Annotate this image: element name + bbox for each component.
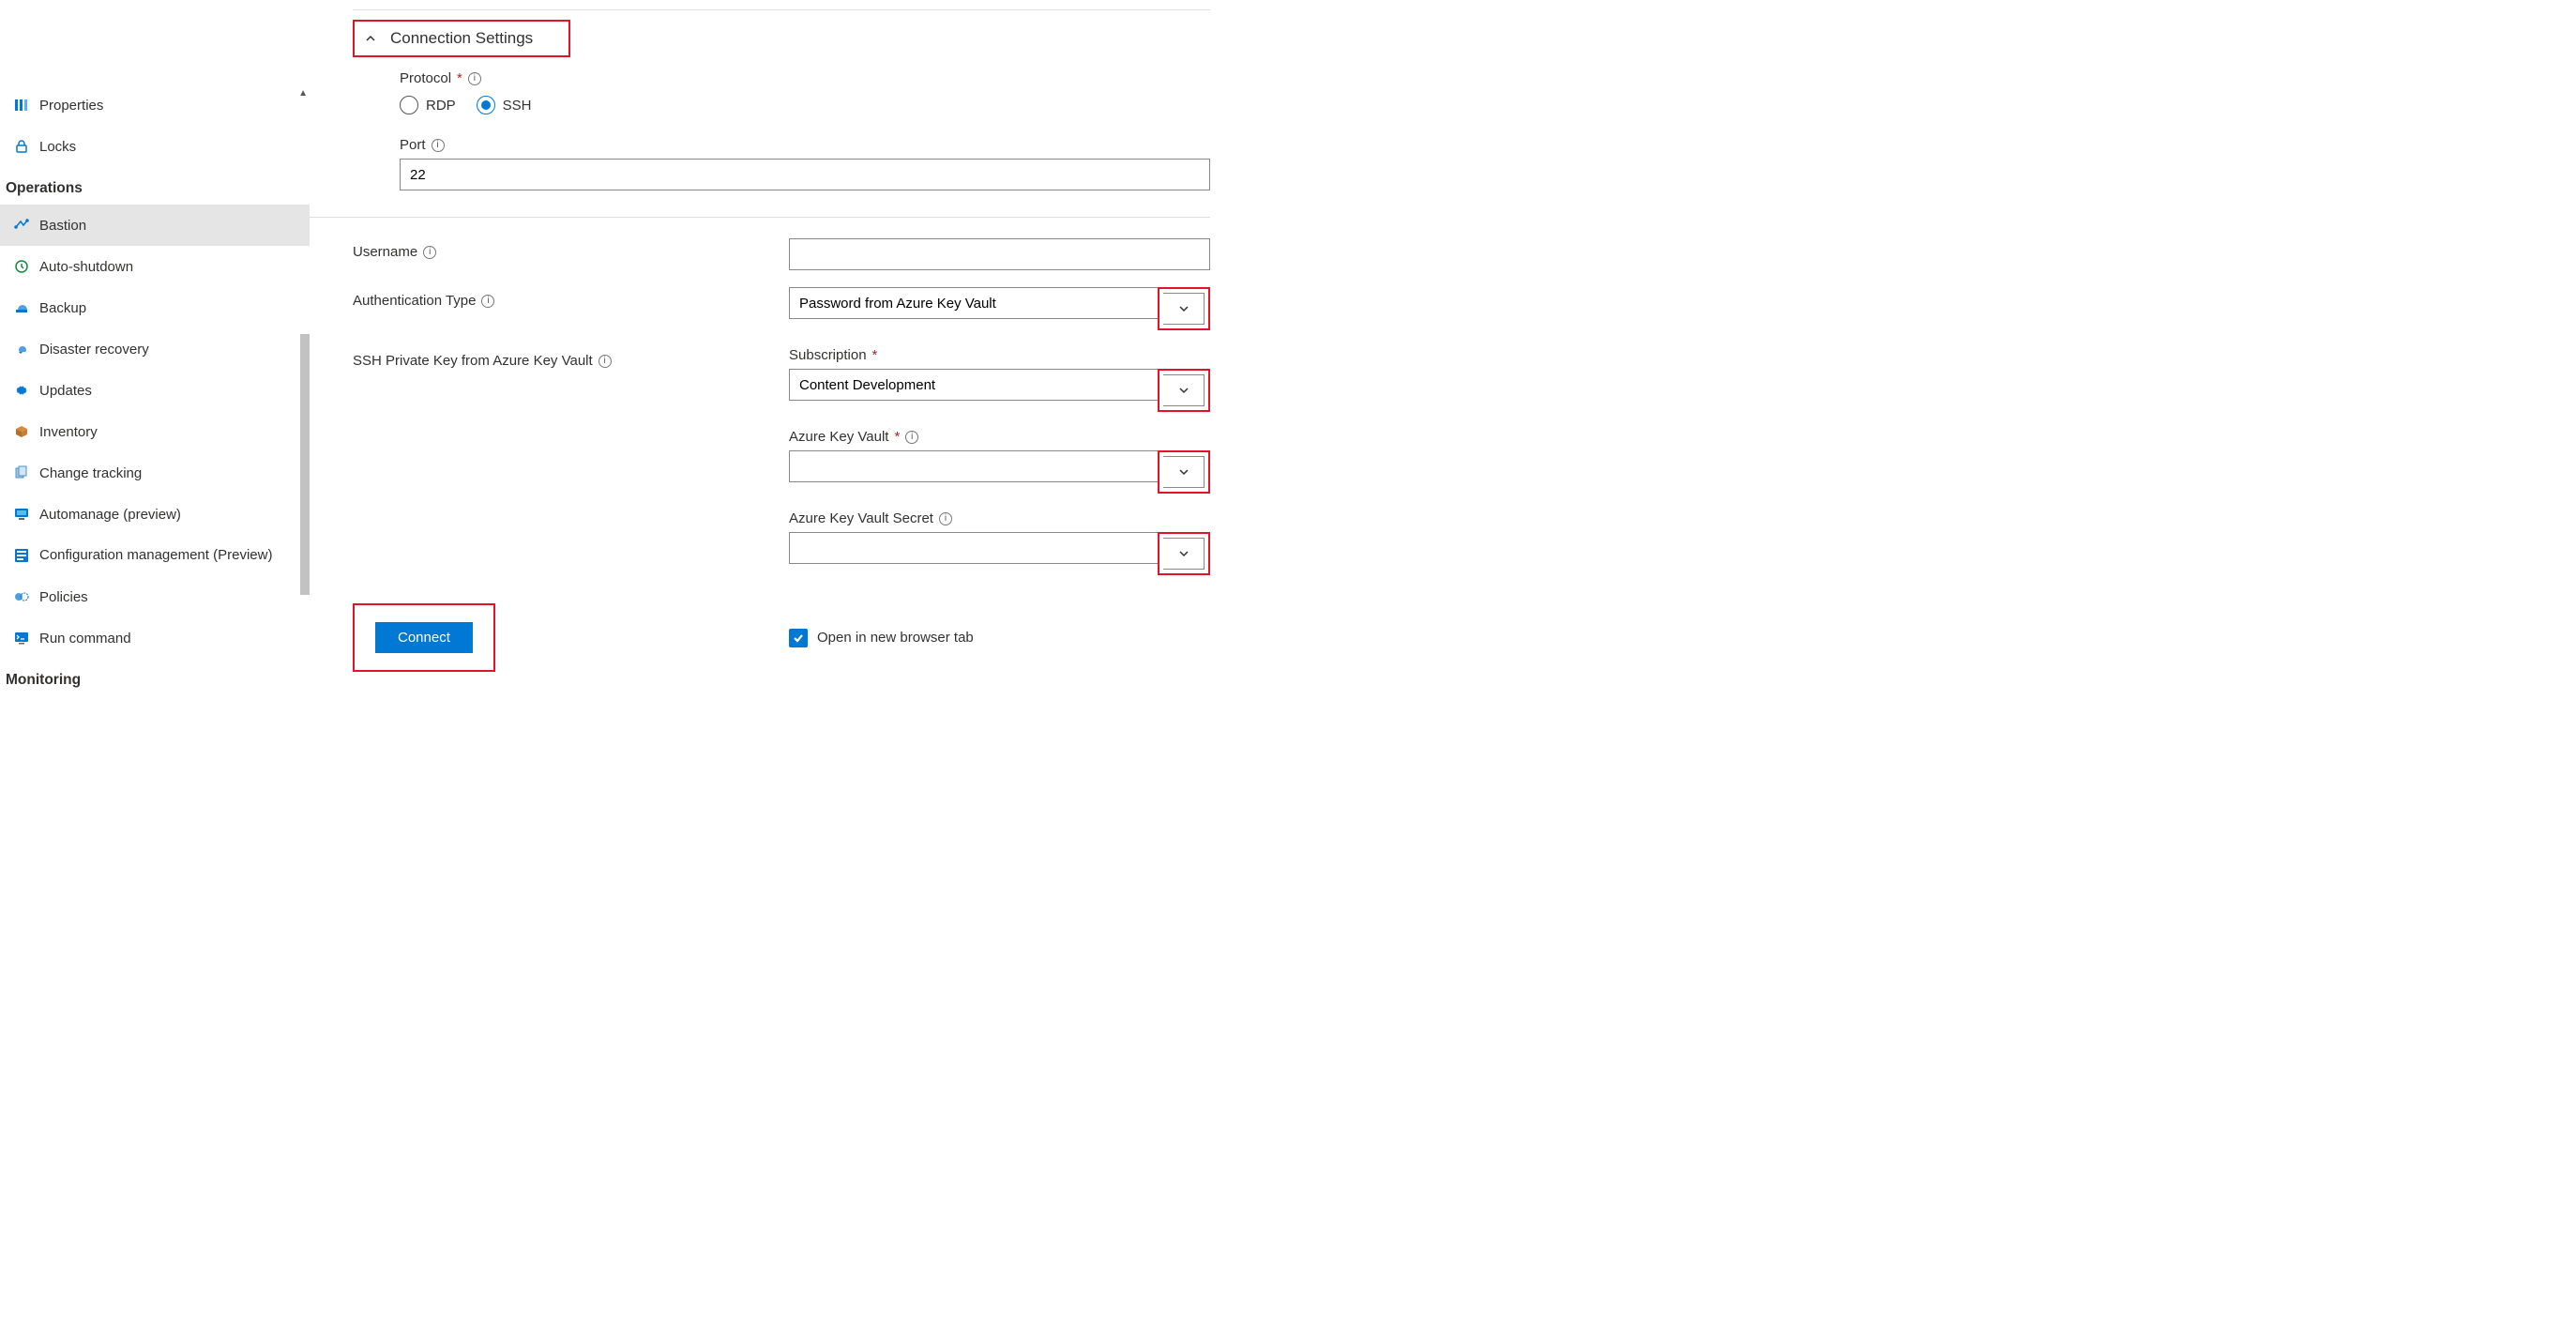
sidebar-heading-monitoring: Monitoring <box>0 659 310 696</box>
auth-type-label: Authentication Type i <box>353 287 789 309</box>
sidebar-item-disaster-recovery[interactable]: Disaster recovery <box>0 328 310 370</box>
sidebar-item-label: Backup <box>39 300 86 316</box>
required-asterisk: * <box>457 70 462 86</box>
sidebar-item-label: Properties <box>39 98 103 114</box>
sidebar-item-label: Run command <box>39 631 131 647</box>
highlight-box: Connection Settings <box>353 20 570 57</box>
akvs-value[interactable] <box>789 532 1158 564</box>
subscription-value[interactable] <box>789 369 1158 401</box>
documents-icon <box>9 465 34 480</box>
highlight-box <box>1158 287 1210 330</box>
sidebar-item-label: Auto-shutdown <box>39 259 133 275</box>
scrollbar-thumb[interactable] <box>300 334 310 595</box>
monitor-icon <box>9 507 34 522</box>
connect-button[interactable]: Connect <box>375 622 473 653</box>
sidebar-item-properties[interactable]: Properties <box>0 84 310 126</box>
info-icon[interactable]: i <box>468 72 481 85</box>
connection-settings-header[interactable]: Connection Settings <box>356 23 540 53</box>
info-icon[interactable]: i <box>905 431 918 444</box>
chevron-down-icon[interactable] <box>1163 293 1205 325</box>
highlight-box <box>1158 450 1210 494</box>
divider <box>310 217 1210 218</box>
info-icon[interactable]: i <box>432 139 445 152</box>
properties-icon <box>9 98 34 113</box>
protocol-label: Protocol * i <box>400 70 1210 86</box>
required-asterisk: * <box>872 347 878 363</box>
protocol-radio-ssh[interactable]: SSH <box>477 96 532 114</box>
lock-icon <box>9 139 34 154</box>
highlight-box <box>1158 532 1210 575</box>
section-title: Connection Settings <box>390 29 533 48</box>
required-asterisk: * <box>894 429 900 445</box>
subscription-label: Subscription * <box>789 347 1210 363</box>
chevron-down-icon[interactable] <box>1163 374 1205 406</box>
port-input[interactable] <box>400 159 1210 190</box>
username-label: Username i <box>353 238 789 260</box>
sidebar-item-automanage[interactable]: Automanage (preview) <box>0 494 310 535</box>
auth-type-value[interactable] <box>789 287 1158 319</box>
cloud-sync-icon <box>9 342 34 357</box>
sidebar-item-bastion[interactable]: Bastion <box>0 205 310 246</box>
chevron-down-icon[interactable] <box>1163 456 1205 488</box>
chevron-up-icon <box>364 32 377 45</box>
sidebar-item-label: Inventory <box>39 424 98 440</box>
sidebar-item-label: Updates <box>39 383 92 399</box>
username-input[interactable] <box>789 238 1210 270</box>
akvs-label: Azure Key Vault Secret i <box>789 510 1210 526</box>
highlight-box <box>1158 369 1210 412</box>
ssh-key-label: SSH Private Key from Azure Key Vault i <box>353 347 789 369</box>
sidebar-item-label: Change tracking <box>39 465 142 481</box>
sidebar-item-config-management[interactable]: Configuration management (Preview) <box>0 535 310 576</box>
new-tab-checkbox[interactable]: Open in new browser tab <box>789 629 1210 647</box>
sidebar-item-label: Configuration management (Preview) <box>39 547 272 565</box>
gear-icon <box>9 383 34 398</box>
backup-icon <box>9 300 34 315</box>
clock-icon <box>9 259 34 274</box>
policy-icon <box>9 589 34 604</box>
scroll-up-icon[interactable]: ▲ <box>298 88 308 99</box>
sidebar-heading-operations: Operations <box>0 167 310 205</box>
sidebar-item-run-command[interactable]: Run command <box>0 617 310 659</box>
info-icon[interactable]: i <box>423 246 436 259</box>
checkbox-label: Open in new browser tab <box>817 630 974 646</box>
sidebar-item-locks[interactable]: Locks <box>0 126 310 167</box>
sidebar-item-updates[interactable]: Updates <box>0 370 310 411</box>
akvs-select[interactable] <box>789 532 1210 575</box>
sidebar-item-change-tracking[interactable]: Change tracking <box>0 452 310 494</box>
radio-label: SSH <box>503 98 532 114</box>
akv-label: Azure Key Vault * i <box>789 429 1210 445</box>
highlight-box: Connect <box>353 603 495 672</box>
subscription-select[interactable] <box>789 369 1210 412</box>
port-label: Port i <box>400 137 1210 153</box>
sidebar-item-policies[interactable]: Policies <box>0 576 310 617</box>
main-panel: Connection Settings Protocol * i RDP SSH… <box>310 0 1248 696</box>
sidebar-item-backup[interactable]: Backup <box>0 287 310 328</box>
bastion-icon <box>9 218 34 233</box>
info-icon[interactable]: i <box>481 295 494 308</box>
checkbox-checked-icon <box>789 629 808 647</box>
box-icon <box>9 424 34 439</box>
sidebar-item-auto-shutdown[interactable]: Auto-shutdown <box>0 246 310 287</box>
list-icon <box>9 548 34 563</box>
terminal-icon <box>9 631 34 646</box>
protocol-radio-rdp[interactable]: RDP <box>400 96 456 114</box>
info-icon[interactable]: i <box>939 512 952 525</box>
sidebar-item-label: Bastion <box>39 218 86 234</box>
sidebar-item-label: Policies <box>39 589 88 605</box>
sidebar-item-label: Locks <box>39 139 76 155</box>
sidebar-item-inventory[interactable]: Inventory <box>0 411 310 452</box>
akv-select[interactable] <box>789 450 1210 494</box>
sidebar: ▲ Properties Locks Operations Bastion Au… <box>0 0 310 696</box>
divider <box>353 9 1210 10</box>
sidebar-item-label: Automanage (preview) <box>39 507 181 523</box>
chevron-down-icon[interactable] <box>1163 538 1205 570</box>
akv-value[interactable] <box>789 450 1158 482</box>
sidebar-item-label: Disaster recovery <box>39 342 149 358</box>
radio-label: RDP <box>426 98 456 114</box>
auth-type-select[interactable] <box>789 287 1210 330</box>
info-icon[interactable]: i <box>599 355 612 368</box>
